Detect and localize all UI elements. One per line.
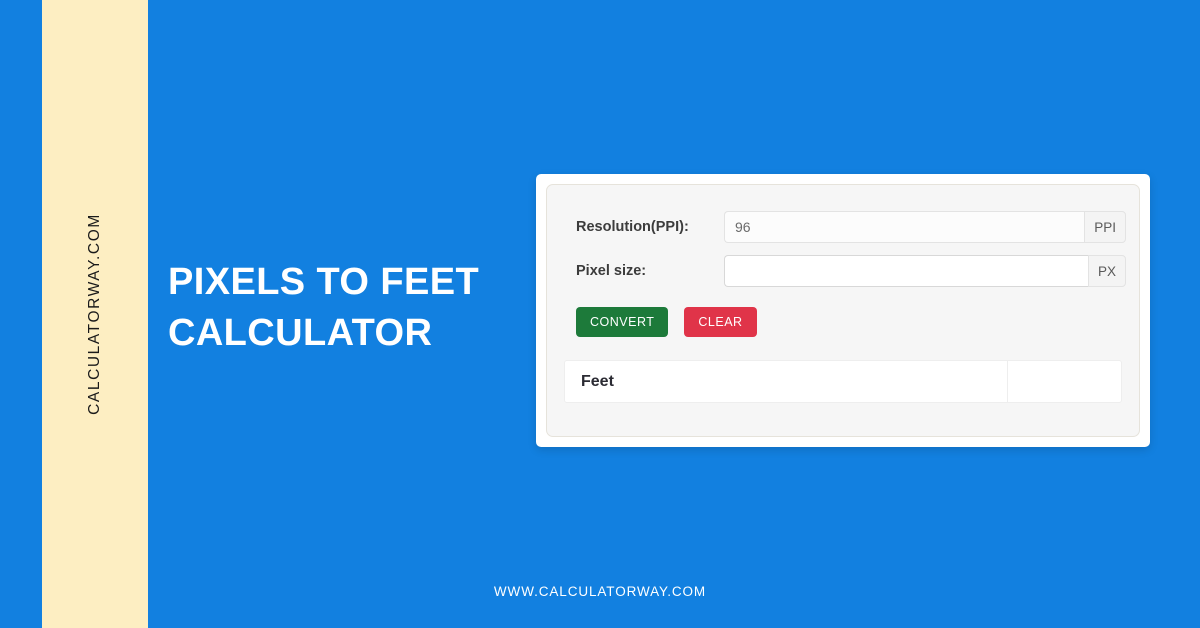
resolution-unit-addon: PPI — [1084, 211, 1126, 243]
convert-button[interactable]: CONVERT — [576, 307, 669, 337]
result-unit-label: Feet — [565, 361, 1008, 402]
resolution-input-group: PPI — [724, 211, 1126, 243]
result-value — [1008, 361, 1121, 402]
action-buttons: CONVERT CLEAR — [576, 307, 757, 337]
clear-button[interactable]: CLEAR — [684, 307, 757, 337]
resolution-label: Resolution(PPI): — [576, 219, 689, 235]
calculator-panel: Resolution(PPI): PPI Pixel size: PX CONV… — [546, 184, 1140, 437]
calculator-card: Resolution(PPI): PPI Pixel size: PX CONV… — [536, 174, 1150, 447]
pixel-size-label: Pixel size: — [576, 263, 647, 279]
pixel-size-input[interactable] — [724, 255, 1088, 287]
vertical-brand-label: CALCULATORWAY.COM — [42, 0, 148, 628]
resolution-row: Resolution(PPI): PPI — [547, 211, 1139, 243]
vertical-brand-text: CALCULATORWAY.COM — [86, 213, 104, 415]
result-row: Feet — [564, 360, 1122, 403]
page-title: PIXELS TO FEET CALCULATOR — [168, 261, 480, 354]
pixel-size-unit-addon: PX — [1087, 255, 1126, 287]
resolution-input[interactable] — [724, 211, 1085, 243]
poster-canvas: CALCULATORWAY.COM PIXELS TO FEET CALCULA… — [0, 0, 1200, 628]
footer-website-url: WWW.CALCULATORWAY.COM — [493, 584, 707, 599]
pixel-size-row: Pixel size: PX — [547, 255, 1139, 287]
pixel-size-input-group: PX — [724, 255, 1126, 287]
